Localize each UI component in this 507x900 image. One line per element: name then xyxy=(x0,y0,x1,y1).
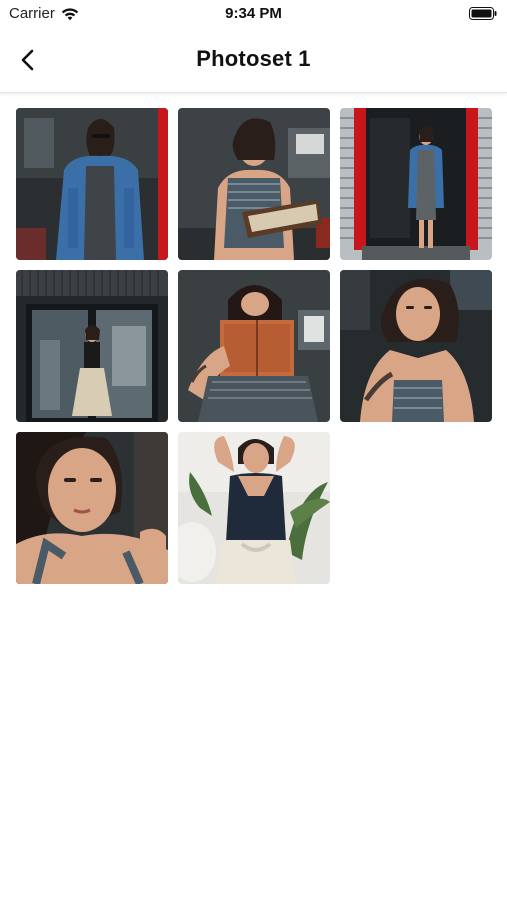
battery-icon xyxy=(469,7,497,20)
photo-image xyxy=(178,108,330,260)
photo-thumbnail-1[interactable] xyxy=(16,108,168,260)
photo-image xyxy=(16,108,168,260)
navigation-bar: Photoset 1 xyxy=(0,28,507,93)
photo-image xyxy=(16,432,168,584)
page-title: Photoset 1 xyxy=(196,46,311,71)
status-time: 9:34 PM xyxy=(225,5,282,22)
photo-image xyxy=(178,270,330,422)
photo-grid xyxy=(16,108,492,584)
photo-thumbnail-3[interactable] xyxy=(340,108,492,260)
photo-thumbnail-2[interactable] xyxy=(178,108,330,260)
status-bar: Carrier 9:34 PM xyxy=(0,0,507,28)
photo-image xyxy=(340,270,492,422)
photo-thumbnail-8[interactable] xyxy=(178,432,330,584)
photo-thumbnail-4[interactable] xyxy=(16,270,168,422)
photo-image xyxy=(178,432,330,584)
photo-thumbnail-7[interactable] xyxy=(16,432,168,584)
photo-thumbnail-6[interactable] xyxy=(340,270,492,422)
photo-thumbnail-5[interactable] xyxy=(178,270,330,422)
photo-image xyxy=(16,270,168,422)
photo-image xyxy=(340,108,492,260)
